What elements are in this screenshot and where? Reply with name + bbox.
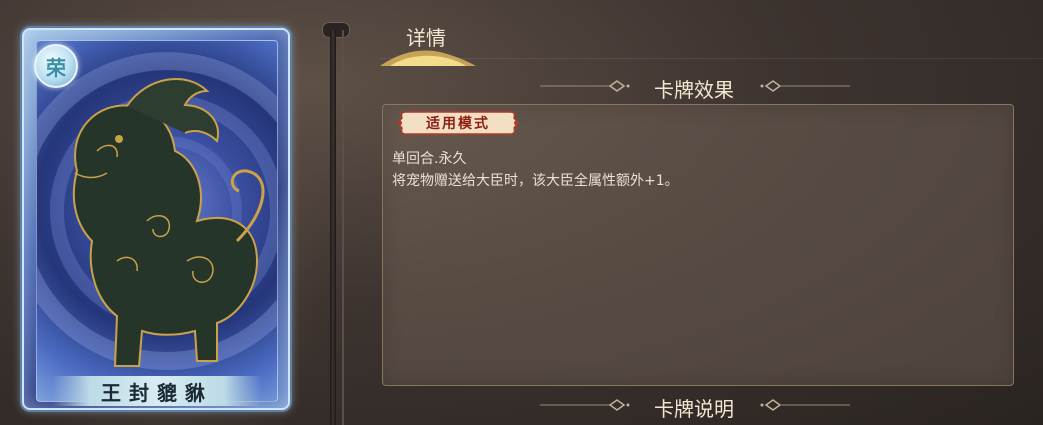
ornament-right-icon [760,80,850,92]
mode-tag-label: 适用模式 [426,116,490,132]
mode-tag: 适用模式 [396,109,520,137]
pet-card[interactable]: 荣 王封貔貅 [22,28,290,410]
rarity-badge-char: 荣 [46,55,66,80]
effect-line-detail: 将宠物赠送给大臣时，该大臣全属性额外+1。 [392,173,679,189]
ornament-right-icon [760,399,850,411]
card-name-plate: 王封貔貅 [52,376,262,406]
pixiu-illustration [72,78,265,367]
scroll-rail-decoration [320,0,354,425]
card-name: 王封貔貅 [101,380,213,405]
rarity-badge: 荣 [34,44,78,88]
rail-bar-thin [342,30,344,425]
tab-underline [380,58,1043,59]
card-art [36,40,278,402]
tab-details[interactable]: 详情 [380,22,480,66]
tab-details-label: 详情 [406,26,446,50]
rail-bar [330,30,336,425]
card-frame: 荣 王封貔貅 [22,28,290,410]
effect-line-duration: 单回合.永久 [392,151,467,167]
effect-panel [382,104,1014,386]
rail-knob [322,22,350,38]
